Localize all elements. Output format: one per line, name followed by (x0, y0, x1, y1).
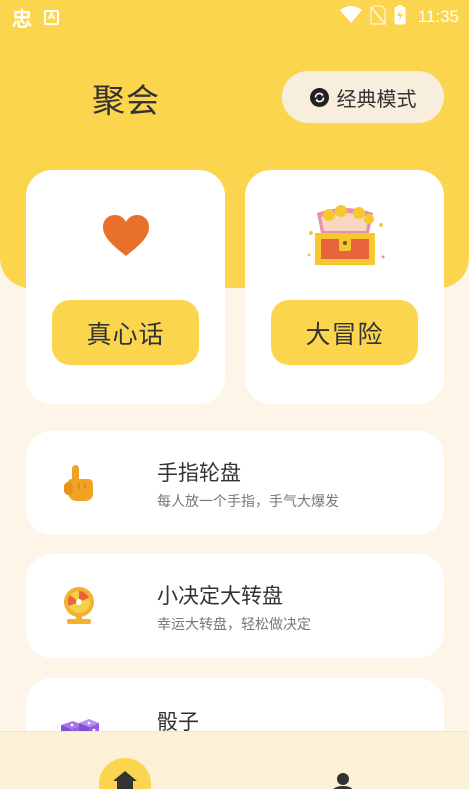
page-title: 聚会 (92, 81, 160, 120)
dare-card[interactable]: 大冒险 (245, 170, 444, 404)
nav-home-button[interactable] (99, 758, 151, 789)
no-sim-icon (369, 5, 386, 29)
classic-mode-label: 经典模式 (336, 86, 417, 111)
list-item-subtitle: 幸运大转盘，轻松做决定 (157, 617, 311, 633)
a-badge-icon: A (44, 9, 59, 25)
treasure-chest-icon (245, 200, 444, 272)
nav-profile-button[interactable] (330, 772, 356, 789)
dare-label: 大冒险 (305, 319, 384, 349)
truth-card[interactable]: 真心话 (26, 170, 225, 404)
status-bar: 忠 A 11:35 (0, 0, 469, 34)
profile-icon (333, 773, 353, 789)
list-item-title: 小决定大转盘 (157, 584, 283, 608)
app-notification-icon: 忠 (12, 6, 32, 31)
truth-button[interactable]: 真心话 (52, 300, 199, 365)
pointing-finger-icon (54, 458, 104, 508)
list-item-decision-wheel[interactable]: 小决定大转盘 幸运大转盘，轻松做决定 (26, 554, 444, 658)
truth-label: 真心话 (86, 319, 165, 349)
classic-mode-button[interactable]: 经典模式 (282, 71, 444, 123)
battery-icon (394, 5, 406, 29)
dare-button[interactable]: 大冒险 (271, 300, 418, 365)
bottom-navigation (0, 731, 469, 789)
status-time: 11:35 (417, 7, 459, 26)
heart-icon (26, 200, 225, 272)
home-icon (113, 771, 137, 789)
list-item-finger-roulette[interactable]: 手指轮盘 每人放一个手指，手气大爆发 (26, 431, 444, 535)
list-item-title: 手指轮盘 (157, 461, 241, 485)
list-item-subtitle: 每人放一个手指，手气大爆发 (157, 494, 339, 510)
switch-icon (309, 87, 329, 107)
spin-wheel-icon (54, 581, 104, 631)
wifi-icon (339, 6, 362, 28)
